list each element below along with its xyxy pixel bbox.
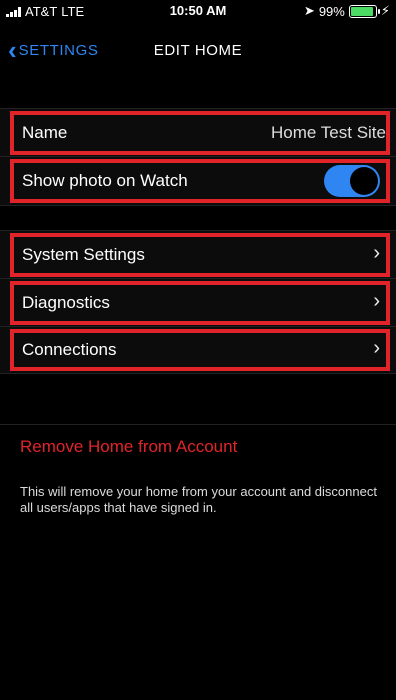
remove-home-label: Remove Home from Account bbox=[20, 437, 238, 456]
location-icon: ➤ bbox=[303, 3, 315, 18]
navigation-bar: ‹ Settings Edit Home bbox=[0, 22, 396, 80]
chevron-right-icon: › bbox=[373, 290, 380, 312]
battery-percent: 99% bbox=[318, 3, 345, 19]
show-photo-label: Show photo on Watch bbox=[22, 171, 188, 190]
diagnostics-row[interactable]: Diagnostics › bbox=[0, 278, 396, 328]
name-row[interactable]: Name Home Test Site bbox=[0, 108, 396, 158]
battery-icon bbox=[348, 4, 380, 18]
connections-label: Connections bbox=[22, 340, 117, 359]
connections-row[interactable]: Connections › bbox=[0, 326, 396, 374]
status-bar: AT&T LTE 10:50 AM ➤ 99% ⚡ bbox=[0, 0, 396, 22]
toggle-knob bbox=[350, 167, 378, 195]
show-photo-row: Show photo on Watch bbox=[0, 156, 396, 206]
page-title: Edit Home bbox=[153, 42, 243, 59]
remove-description: This will remove your home from your acc… bbox=[20, 484, 377, 515]
remove-home-button[interactable]: Remove Home from Account bbox=[0, 424, 396, 471]
system-settings-label: System Settings bbox=[22, 245, 145, 264]
chevron-right-icon: › bbox=[373, 337, 380, 359]
chevron-right-icon: › bbox=[373, 242, 380, 264]
name-label: Name bbox=[22, 123, 68, 142]
name-value: Home Test Site bbox=[271, 123, 386, 142]
status-right: ➤ 99% ⚡ bbox=[304, 3, 390, 19]
diagnostics-label: Diagnostics bbox=[22, 293, 110, 312]
charging-icon: ⚡ bbox=[380, 3, 390, 18]
system-settings-row[interactable]: System Settings › bbox=[0, 230, 396, 280]
show-photo-toggle[interactable] bbox=[324, 165, 380, 197]
